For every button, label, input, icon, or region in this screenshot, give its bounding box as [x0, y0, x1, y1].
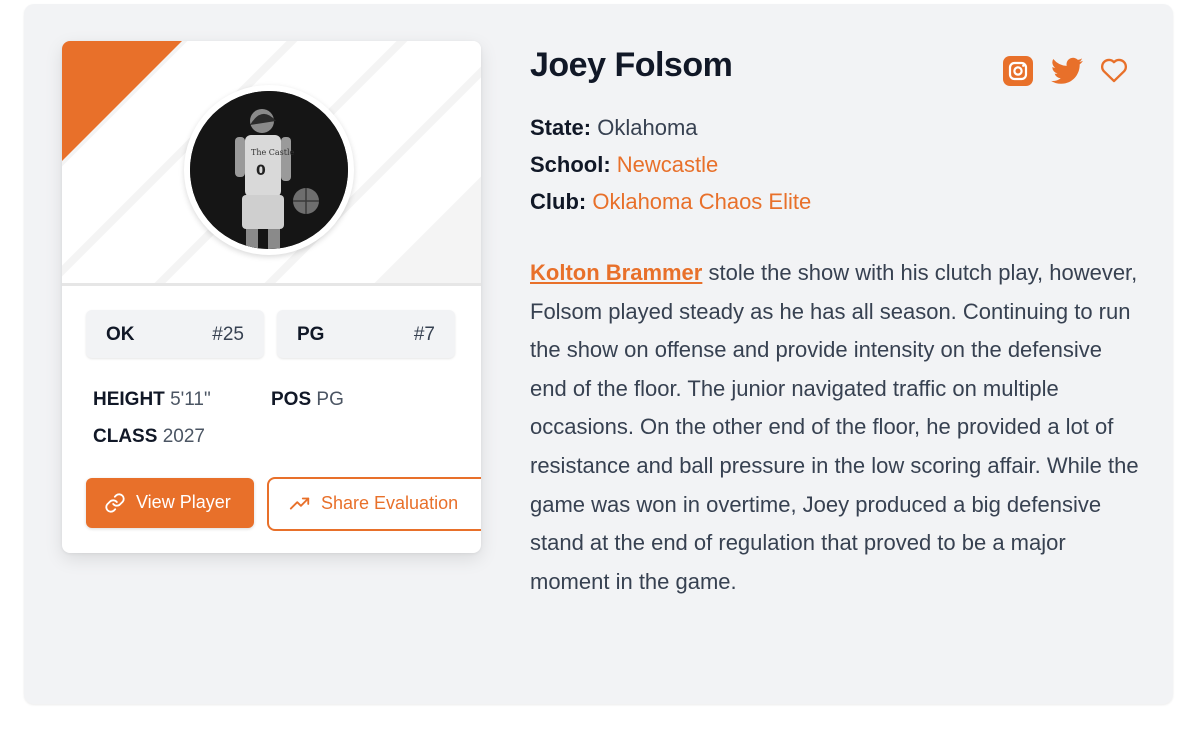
share-evaluation-label: Share Evaluation: [321, 493, 459, 513]
heart-icon[interactable]: [1100, 57, 1128, 88]
pos-label: POS: [271, 389, 312, 410]
school-link[interactable]: Newcastle: [617, 152, 718, 177]
evaluation-text: Kolton Brammer stole the show with his c…: [530, 254, 1140, 601]
player-photo: The Castle 0: [190, 91, 348, 249]
share-evaluation-button[interactable]: Share Evaluation: [267, 477, 481, 531]
evaluation-panel: The Castle 0 OK #25 PG #7 HEIGHT 5'11" P…: [24, 4, 1173, 704]
ranking-value: #25: [212, 324, 244, 345]
ranking-value: #7: [413, 324, 435, 345]
link-icon: [104, 492, 126, 519]
mentioned-player-link[interactable]: Kolton Brammer: [530, 260, 702, 285]
ranking-chip-position: PG #7: [277, 310, 455, 358]
ranking-label: OK: [106, 324, 135, 345]
state-line: State: Oklahoma: [530, 115, 698, 141]
banner-corner-accent: [62, 41, 182, 161]
pos-value: PG: [316, 389, 344, 410]
view-player-button[interactable]: View Player: [86, 478, 254, 528]
class-label: CLASS: [93, 426, 158, 447]
svg-text:The Castle: The Castle: [251, 148, 295, 157]
banner-divider: [62, 283, 481, 286]
avatar: The Castle 0: [184, 85, 354, 255]
club-line: Club: Oklahoma Chaos Elite: [530, 189, 811, 215]
trending-up-icon: [289, 493, 311, 520]
state-value: Oklahoma: [597, 115, 698, 140]
height-stat: HEIGHT 5'11": [93, 389, 211, 411]
ranking-label: PG: [297, 324, 325, 345]
view-player-label: View Player: [136, 492, 231, 512]
ranking-chip-state: OK #25: [86, 310, 264, 358]
player-name: Joey Folsom: [530, 46, 733, 84]
school-line: School: Newcastle: [530, 152, 718, 178]
instagram-icon[interactable]: [1003, 56, 1033, 91]
player-card: The Castle 0 OK #25 PG #7 HEIGHT 5'11" P…: [62, 41, 481, 553]
position-stat: POS PG: [271, 389, 344, 411]
class-value: 2027: [162, 426, 205, 447]
club-link[interactable]: Oklahoma Chaos Elite: [592, 189, 811, 214]
state-label: State:: [530, 115, 592, 140]
school-label: School:: [530, 152, 611, 177]
class-stat: CLASS 2027: [93, 426, 205, 448]
twitter-icon[interactable]: [1051, 57, 1083, 90]
height-label: HEIGHT: [93, 389, 165, 410]
club-label: Club:: [530, 189, 587, 214]
height-value: 5'11": [170, 389, 211, 410]
evaluation-body: stole the show with his clutch play, how…: [530, 260, 1139, 594]
svg-text:0: 0: [256, 163, 266, 179]
card-banner: The Castle 0: [62, 41, 481, 285]
